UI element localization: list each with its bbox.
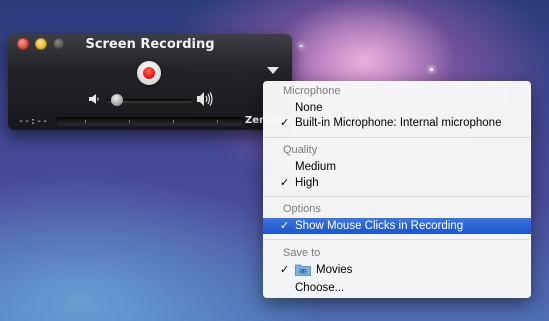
menu-item-label: Built-in Microphone: Internal microphone [295,117,502,129]
section-header-save-to: Save to [283,247,321,259]
menu-separator [264,137,530,138]
menu-separator [264,196,530,197]
progress-tick [129,120,130,123]
menu-item-label: Show Mouse Clicks in Recording [295,220,464,232]
background-star [300,45,302,47]
record-button[interactable] [137,61,161,85]
menu-item-label: Medium [295,161,336,173]
menu-item-quality-medium[interactable]: Medium [263,159,531,175]
menu-item-label: High [295,177,319,189]
menu-item-show-mouse-clicks[interactable]: ✓ Show Mouse Clicks in Recording [263,218,531,234]
menu-item-builtin-microphone[interactable]: ✓ Built-in Microphone: Internal micropho… [263,115,531,131]
volume-high-icon[interactable] [196,91,214,107]
progress-bar [56,117,244,126]
recording-options-menu: Microphone None ✓ Built-in Microphone: I… [263,81,531,298]
menu-separator [264,239,530,240]
elapsed-time: --:-- [18,116,49,127]
window-title: Screen Recording [85,37,215,52]
checkmark-icon: ✓ [280,177,290,189]
menu-item-save-movies[interactable]: ✓ Movies [263,262,531,278]
screen-recording-window: Screen Recording --:-- Zero KB [8,34,292,130]
menu-item-choose-location[interactable]: Choose... [263,280,531,296]
menu-item-microphone-none[interactable]: None [263,100,531,116]
menu-item-label: Choose... [295,282,345,294]
volume-slider-knob[interactable] [111,94,123,106]
menu-item-quality-high[interactable]: ✓ High [263,175,531,191]
menu-item-label: Movies [316,264,353,276]
record-icon [143,67,155,79]
volume-low-icon[interactable] [88,93,100,105]
progress-tick [217,120,218,123]
folder-icon [295,264,311,276]
menu-item-label: None [295,102,323,114]
progress-tick [85,120,86,123]
section-header-options: Options [283,203,321,215]
background-star [430,68,433,71]
options-menu-button[interactable] [267,67,279,74]
section-header-microphone: Microphone [283,85,341,97]
progress-tick [173,120,174,123]
checkmark-icon: ✓ [280,117,290,129]
checkmark-icon: ✓ [280,264,290,276]
checkmark-icon: ✓ [280,220,290,232]
section-header-quality: Quality [283,144,318,156]
